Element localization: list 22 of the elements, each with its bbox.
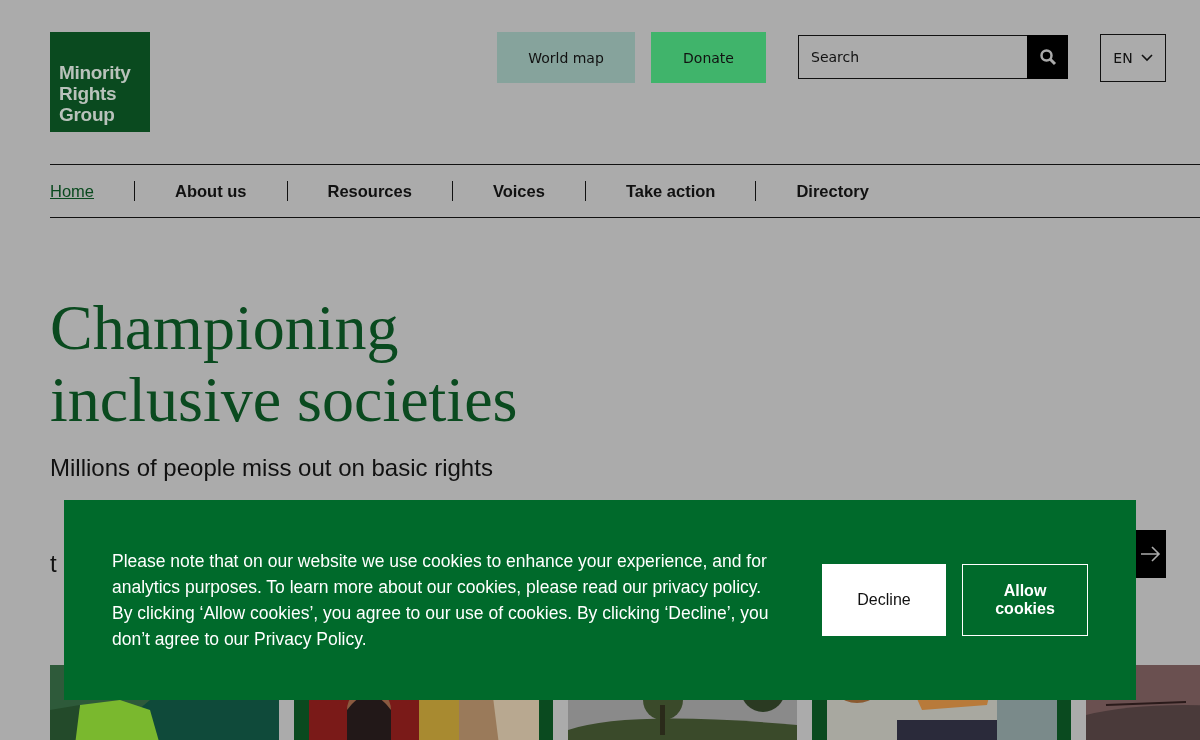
nav-link[interactable]: Home: [50, 181, 94, 201]
hero-heading: Championing inclusive societies: [50, 292, 519, 436]
nav-link[interactable]: Resources: [327, 181, 412, 201]
allow-cookies-button[interactable]: Allow cookies: [962, 564, 1088, 636]
next-button[interactable]: [1136, 530, 1166, 578]
world-map-button[interactable]: World map: [497, 32, 635, 83]
search-icon: [1038, 48, 1057, 66]
nav-link[interactable]: Directory: [796, 181, 869, 201]
nav-link[interactable]: About us: [175, 181, 247, 201]
hero-text-line: Millions of people miss out on basic rights: [50, 453, 493, 483]
arrow-right-icon: [1141, 546, 1161, 562]
cookie-notice-text: Please note that on our website we use cookies to enhance your experience, and for analytics purposes. To learn more about our cookies, please read our privacy policy. By clicking ‘Allow cookies’, you agree to our use of cookies. By clicking ‘Decline’, you don’t agree to our Privacy Policy.: [112, 550, 770, 651]
search-field[interactable]: Search: [798, 35, 1027, 79]
donate-button[interactable]: Donate: [651, 32, 766, 83]
logo[interactable]: Minority Rights Group: [50, 32, 150, 132]
language-selector[interactable]: EN: [1100, 34, 1166, 82]
nav-link[interactable]: Voices: [492, 181, 545, 201]
chevron-down-icon: [1140, 54, 1153, 62]
search-button[interactable]: [1027, 35, 1068, 79]
nav-link[interactable]: Take action: [625, 181, 716, 201]
hero-text-line: t: [50, 549, 57, 579]
decline-button[interactable]: Decline: [822, 564, 946, 636]
